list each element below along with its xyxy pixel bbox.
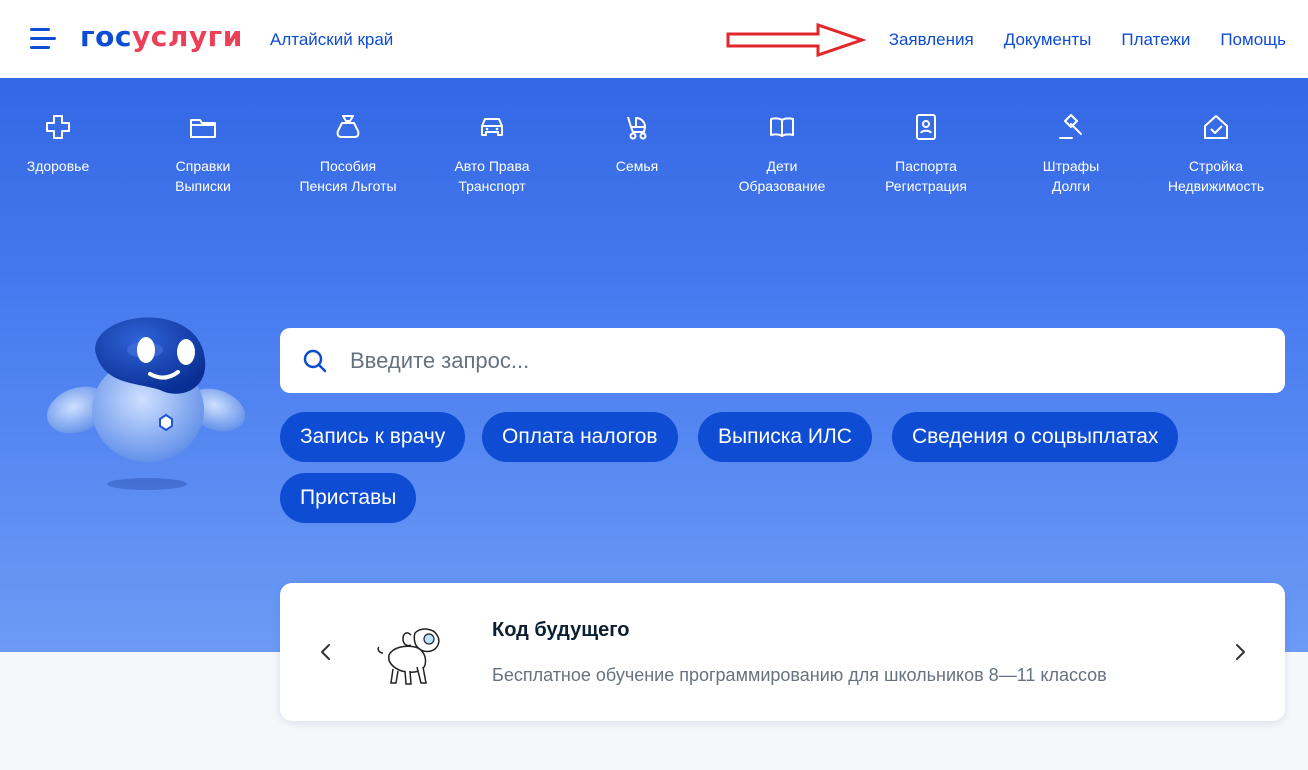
health-cross-icon bbox=[46, 115, 70, 139]
car-icon bbox=[481, 118, 503, 136]
category-label: Семья bbox=[615, 158, 659, 174]
chip-bailiffs[interactable]: Приставы bbox=[280, 473, 417, 523]
chip-social-payments[interactable]: Сведения о соцвыплатах bbox=[892, 412, 1179, 462]
category-label: Паспорта Регистрация bbox=[885, 158, 967, 194]
chip-ils-statement[interactable]: Выписка ИЛС bbox=[698, 412, 872, 462]
category-fines[interactable]: Штрафы Долги bbox=[1001, 112, 1141, 196]
category-label: Справки Выписки bbox=[175, 158, 231, 194]
chip-doctor-appointment[interactable]: Запись к врачу bbox=[280, 412, 466, 462]
search-box bbox=[280, 328, 1285, 393]
category-benefits[interactable]: Пособия Пенсия Льготы bbox=[278, 112, 418, 196]
menu-burger-icon[interactable] bbox=[30, 28, 56, 50]
category-transport[interactable]: Авто Права Транспорт bbox=[422, 112, 562, 196]
category-certificates[interactable]: Справки Выписки bbox=[133, 112, 273, 196]
category-passports[interactable]: Паспорта Регистрация bbox=[856, 112, 996, 196]
promo-card[interactable]: Код будущего Бесплатное обучение програм… bbox=[280, 583, 1285, 721]
chevron-right-icon[interactable] bbox=[1230, 641, 1250, 663]
gosuslugi-logo[interactable]: госуслуги bbox=[80, 20, 243, 53]
search-icon[interactable] bbox=[302, 348, 328, 374]
money-bag-icon bbox=[336, 115, 360, 138]
folder-icon bbox=[190, 119, 216, 138]
category-label: Авто Права Транспорт bbox=[454, 158, 530, 194]
nav-link-help[interactable]: Помощь bbox=[1220, 30, 1286, 50]
logo-text-part1: гос bbox=[80, 20, 132, 53]
annotation-arrow-icon bbox=[726, 22, 866, 58]
category-label: Дети Образование bbox=[738, 158, 826, 194]
category-label: Штрафы Долги bbox=[1042, 158, 1100, 194]
category-label: Стройка Недвижимость bbox=[1167, 158, 1265, 194]
top-navigation: Заявления Документы Платежи Помощь bbox=[889, 30, 1286, 50]
book-icon bbox=[770, 117, 794, 137]
category-children[interactable]: Дети Образование bbox=[712, 112, 852, 196]
category-label: Здоровье bbox=[26, 158, 90, 174]
category-row: Здоровье Справки Выписки Пособия Пенсия Ль… bbox=[0, 112, 1308, 212]
nav-link-applications[interactable]: Заявления bbox=[889, 30, 974, 50]
logo-text-part2: услуги bbox=[131, 20, 243, 53]
chevron-left-icon[interactable] bbox=[316, 641, 336, 663]
promo-description: Бесплатное обучение программированию для… bbox=[492, 665, 1107, 685]
chip-tax-payment[interactable]: Оплата налогов bbox=[482, 412, 678, 462]
house-icon bbox=[1204, 115, 1228, 139]
site-header: госуслуги Алтайский край Заявления Докум… bbox=[0, 0, 1308, 78]
nav-link-payments[interactable]: Платежи bbox=[1121, 30, 1190, 50]
category-health[interactable]: Здоровье bbox=[0, 112, 128, 176]
nav-link-documents[interactable]: Документы bbox=[1004, 30, 1092, 50]
stroller-icon bbox=[627, 116, 647, 140]
category-label: Пособия Пенсия Льготы bbox=[299, 158, 397, 194]
category-realty[interactable]: Стройка Недвижимость bbox=[1146, 112, 1286, 196]
robot-dog-icon bbox=[377, 628, 440, 685]
gavel-icon bbox=[1059, 114, 1082, 139]
search-input[interactable] bbox=[350, 342, 1250, 380]
region-selector[interactable]: Алтайский край bbox=[270, 30, 393, 50]
promo-title: Код будущего bbox=[492, 619, 630, 641]
category-family[interactable]: Семья bbox=[567, 112, 707, 176]
passport-icon bbox=[916, 114, 936, 140]
robot-mascot-icon bbox=[47, 317, 246, 490]
